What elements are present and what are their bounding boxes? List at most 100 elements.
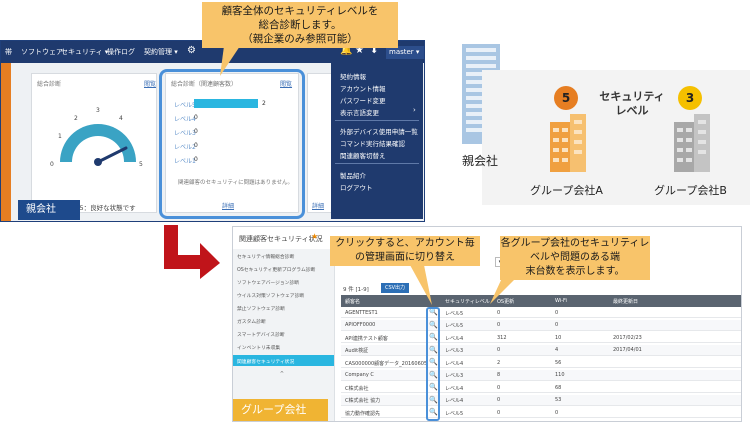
table-cell: 2 bbox=[497, 359, 501, 366]
card-view-link[interactable]: 閲覧 bbox=[144, 79, 156, 88]
account-dropdown-menu: 契約情報 アカウント情報 パスワード変更 表示言語変更 › 外部デバイス使用申請… bbox=[331, 63, 423, 219]
sidebar-item[interactable]: セキュリティ情報総合診断 bbox=[237, 253, 294, 260]
menu-item-language[interactable]: 表示言語変更 bbox=[340, 107, 379, 117]
security-level-panel: 親会社 5 セキュリティ レベル 3 グループ会社A グループ会社B bbox=[462, 70, 750, 205]
company-b-label: グループ会社B bbox=[654, 184, 727, 197]
group-sidebar: セキュリティ情報総合診断 OSセキュリティ更新プログラム診断 ソフトウェアバージ… bbox=[233, 249, 335, 421]
star-icon[interactable]: ★ bbox=[311, 232, 318, 241]
parent-building-label: 親会社 bbox=[462, 154, 499, 168]
table-row[interactable]: AGENTTEST1 レベル5 0 0 🔍 bbox=[341, 307, 741, 318]
nav-item-partial[interactable]: 帯 bbox=[5, 47, 12, 57]
table-cell: 0 bbox=[497, 397, 501, 403]
callout-click-switch: クリックすると、アカウント毎 の管理画面に切り替え bbox=[330, 236, 480, 266]
nav-item-security[interactable]: セキュリティ ▾ bbox=[61, 47, 108, 57]
gray-building-icon bbox=[674, 114, 710, 172]
gauge-tick-0: 0 bbox=[50, 161, 54, 168]
table-row[interactable]: C株式会社 協力 レベル4 0 53 🔍 bbox=[341, 394, 741, 406]
gauge-tick-4: 4 bbox=[119, 115, 123, 122]
table-cell: C株式会社 協力 bbox=[345, 398, 381, 404]
table-cell: 0 bbox=[497, 384, 501, 391]
sidebar-item-active[interactable]: 関連顧客セキュリティ状況 bbox=[233, 355, 334, 366]
sidebar-item[interactable]: ソフトウェアバージョン診断 bbox=[237, 279, 299, 286]
security-gauge: 0 1 2 3 4 5 bbox=[50, 107, 143, 168]
table-cell: 2017/04/01 bbox=[613, 347, 642, 353]
table-row[interactable]: API連携テスト顧客 レベル4 312 10 2017/02/23 🔍 bbox=[341, 332, 741, 343]
table-cell: レベル3 bbox=[445, 348, 464, 354]
group-company-screenshot: 関連顧客セキュリティ状況 ★ セキュリティ情報総合診断 OSセキュリティ更新プロ… bbox=[232, 226, 742, 422]
table-cell: レベル5 bbox=[445, 323, 464, 329]
column-header[interactable]: 顧客名 bbox=[345, 298, 360, 305]
sidebar-item[interactable]: インベントリ未収集 bbox=[237, 344, 280, 351]
table-cell: CAS000000顧客データ_20160605 bbox=[345, 360, 428, 367]
table-cell: レベル3 bbox=[445, 373, 464, 379]
table-cell: 8 bbox=[497, 372, 501, 378]
overall-diagnosis-card: 総合診断 閲覧 0 1 2 3 4 5 レベル5：良好な状態です bbox=[31, 73, 157, 213]
sidebar-item[interactable]: ウイルス対策ソフトウェア診断 bbox=[237, 292, 304, 299]
table-cell: レベル4 bbox=[445, 385, 464, 392]
callout-pointer bbox=[410, 265, 432, 305]
sidebar-item[interactable]: 禁止ソフトウェア診断 bbox=[237, 305, 285, 312]
company-a-label: グループ会社A bbox=[530, 184, 603, 197]
callout-pointer bbox=[220, 46, 240, 76]
table-row[interactable]: Company C レベル3 8 110 🔍 bbox=[341, 369, 741, 381]
menu-item-contract-info[interactable]: 契約情報 bbox=[340, 71, 366, 81]
menu-divider bbox=[335, 163, 419, 164]
column-header[interactable]: Wi-Fi bbox=[555, 298, 567, 304]
highlight-frame bbox=[159, 69, 305, 219]
nav-item-contract[interactable]: 契約管理 ▾ bbox=[144, 47, 178, 57]
table-row[interactable]: CAS000000顧客データ_20160605 レベル4 2 56 🔍 bbox=[341, 357, 741, 368]
menu-item-switch-customer[interactable]: 関連顧客切替え bbox=[340, 150, 386, 160]
table-cell: 協力動作確認先 bbox=[345, 410, 381, 417]
table-cell: APIOFF0000 bbox=[345, 322, 376, 328]
table-cell: 0 bbox=[497, 409, 501, 416]
chevron-up-icon[interactable]: ⌃ bbox=[279, 370, 285, 378]
column-header[interactable]: 最終更新日 bbox=[613, 298, 638, 305]
callout-pointer bbox=[490, 278, 516, 304]
orange-side-strip bbox=[1, 63, 11, 221]
table-cell: 68 bbox=[555, 384, 562, 391]
table-row[interactable]: 協力動作確認先 レベル5 0 0 🔍 bbox=[341, 407, 741, 418]
table-cell: C株式会社 bbox=[345, 385, 369, 392]
menu-item-password-change[interactable]: パスワード変更 bbox=[340, 95, 386, 105]
table-cell: 56 bbox=[555, 359, 562, 366]
table-cell: 0 bbox=[497, 347, 501, 353]
security-level-title: セキュリティ レベル bbox=[599, 90, 665, 117]
nav-item-software[interactable]: ソフトウェア bbox=[21, 47, 63, 57]
table-cell: 10 bbox=[555, 334, 562, 341]
table-cell: 53 bbox=[555, 397, 562, 403]
callout-group-security: 各グループ会社のセキュリティレベルや問題のある端 末台数を表示します。 bbox=[500, 236, 650, 280]
group-company-label: グループ会社 bbox=[233, 399, 328, 421]
menu-item-command-results[interactable]: コマンド実行結果確認 bbox=[340, 138, 405, 148]
table-row[interactable]: APIOFF0000 レベル5 0 0 🔍 bbox=[341, 319, 741, 331]
gauge-tick-2: 2 bbox=[74, 115, 78, 122]
table-cell: 0 bbox=[555, 409, 559, 416]
parent-company-screenshot: 帯 ソフトウェア セキュリティ ▾ 操作ログ 契約管理 ▾ ⚙ 🔔 ★ ⬇ ma… bbox=[0, 40, 425, 222]
csv-export-button[interactable]: CSV出力 bbox=[381, 283, 409, 293]
table-cell: 0 bbox=[555, 309, 559, 316]
sidebar-item[interactable]: スマートデバイス診断 bbox=[237, 331, 285, 338]
column-header[interactable]: セキュリティレベル bbox=[445, 298, 490, 305]
table-row[interactable]: C株式会社 レベル4 0 68 🔍 bbox=[341, 382, 741, 393]
gear-icon[interactable]: ⚙ bbox=[187, 45, 196, 56]
menu-item-device-requests[interactable]: 外部デバイス使用申請一覧 bbox=[340, 126, 418, 136]
menu-item-product-intro[interactable]: 製品紹介 bbox=[340, 170, 366, 180]
level-badge-a: 5 bbox=[554, 86, 578, 110]
menu-divider bbox=[335, 120, 419, 121]
table-cell: Audit検証 bbox=[345, 348, 369, 354]
callout-overall-diagnosis: 顧客全体のセキュリティレベルを 総合診断します。 （親企業のみ参照可能） bbox=[202, 2, 398, 48]
table-cell: 312 bbox=[497, 334, 507, 341]
detail-link[interactable]: 詳細 bbox=[312, 201, 324, 210]
sidebar-item[interactable]: ガスタム診断 bbox=[237, 318, 266, 325]
red-arrow-icon bbox=[164, 225, 220, 279]
highlight-column bbox=[426, 307, 440, 421]
menu-item-logout[interactable]: ログアウト bbox=[340, 182, 373, 192]
table-cell: 4 bbox=[555, 347, 559, 353]
sidebar-item[interactable]: OSセキュリティ更新プログラム診断 bbox=[237, 266, 315, 273]
table-cell: レベル5 bbox=[445, 310, 464, 317]
menu-item-account-info[interactable]: アカウント情報 bbox=[340, 83, 386, 93]
table-cell: 0 bbox=[555, 322, 559, 328]
table-row[interactable]: Audit検証 レベル3 0 4 2017/04/01 🔍 bbox=[341, 344, 741, 356]
table-cell: レベル4 bbox=[445, 360, 464, 367]
table-cell: レベル4 bbox=[445, 398, 464, 404]
nav-item-operation-log[interactable]: 操作ログ bbox=[107, 47, 135, 57]
